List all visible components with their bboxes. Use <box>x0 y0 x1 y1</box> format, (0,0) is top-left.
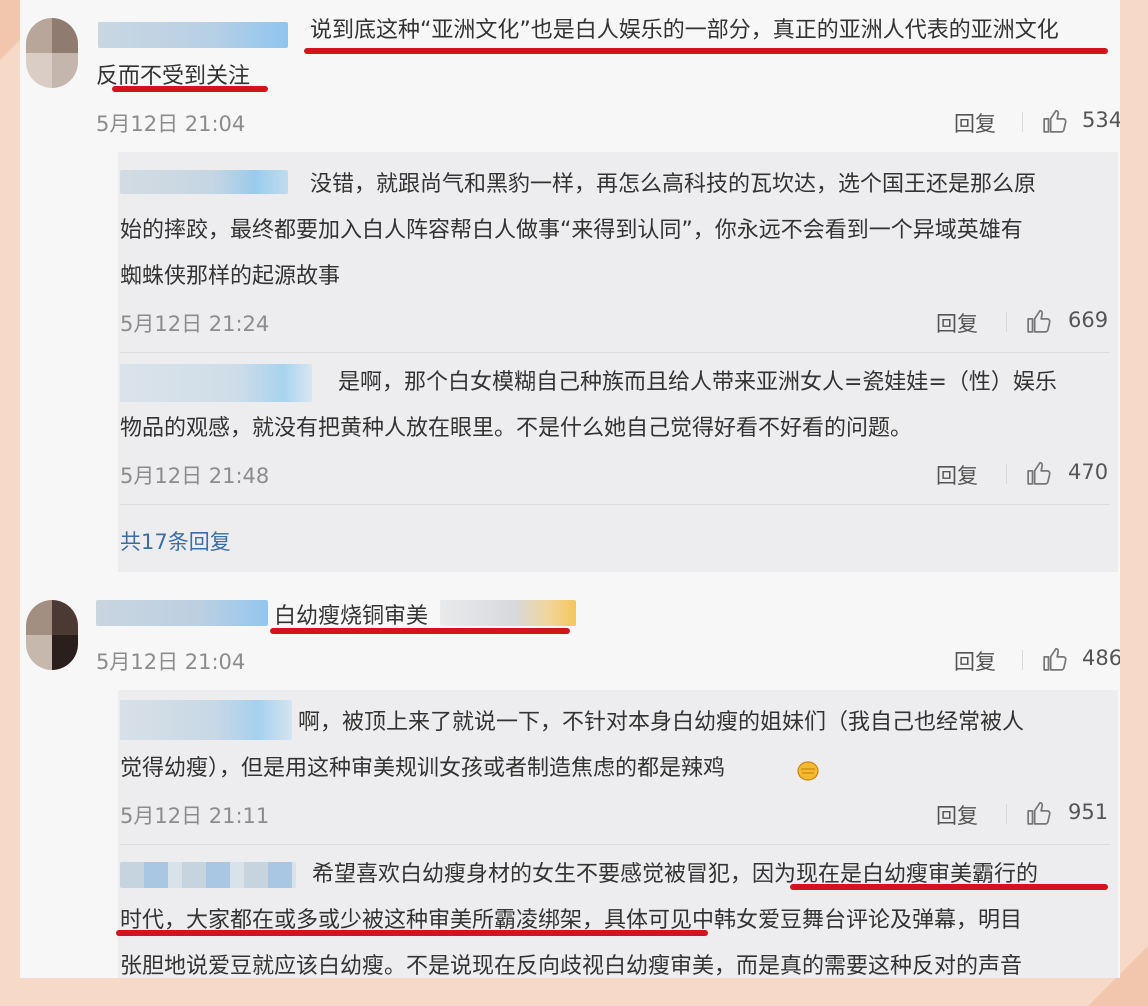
timestamp: 5月12日 21:04 <box>96 112 246 136</box>
avatar[interactable] <box>26 18 78 88</box>
highlight-underline <box>790 884 1108 890</box>
reply-text: 没错，就跟尚气和黑豹一样，再怎么高科技的瓦坎达，选个国王还是那么原 <box>310 172 1037 197</box>
username-blurred[interactable] <box>120 862 296 888</box>
reply-button[interactable]: 回复 <box>936 308 978 338</box>
thumbs-up-icon[interactable] <box>1026 800 1052 826</box>
highlight-underline <box>112 86 268 92</box>
reply-text: 蜘蛛侠那样的起源故事 <box>120 264 341 289</box>
highlight-underline <box>270 628 570 634</box>
thumbs-up-icon[interactable] <box>1042 646 1068 672</box>
divider <box>1022 650 1023 670</box>
timestamp: 5月12日 21:48 <box>120 464 270 488</box>
reply-text: 张胆地说爱豆就应该白幼瘦。不是说现在反向歧视白幼瘦审美，而是真的需要这种反对的声… <box>120 954 1023 978</box>
comment-text: 反而不受到关注 <box>96 64 251 89</box>
highlight-underline <box>304 48 1108 54</box>
reply-text: 啊，被顶上来了就说一下，不针对本身白幼瘦的姐妹们（我自己也经常被人 <box>298 710 1025 735</box>
username-blurred[interactable] <box>120 170 288 194</box>
highlight-underline <box>116 930 708 936</box>
reply-button[interactable]: 回复 <box>936 800 978 830</box>
fist-emoji-icon <box>797 761 819 781</box>
username-blurred[interactable] <box>120 364 312 402</box>
reply-text: 物品的观感，就没有把黄种人放在眼里。不是什么她自己觉得好看不好看的问题。 <box>120 416 913 441</box>
thumbs-up-icon[interactable] <box>1042 108 1068 134</box>
reply-text: 觉得幼瘦），但是用这种审美规训女孩或者制造焦虑的都是辣鸡 <box>120 756 726 781</box>
blurred-text <box>440 600 576 626</box>
like-count: 486 <box>1082 646 1120 670</box>
divider <box>1006 804 1007 824</box>
like-count: 470 <box>1068 460 1109 484</box>
like-count: 534 <box>1082 108 1120 132</box>
reply-button[interactable]: 回复 <box>954 646 996 676</box>
reply-text: 是啊，那个白女模糊自己种族而且给人带来亚洲女人=瓷娃娃=（性）娱乐 <box>338 370 1057 395</box>
divider <box>1006 464 1007 484</box>
reply-text: 时代，大家都在或多或少被这种审美所霸凌绑架，具体可见中韩女爱豆舞台评论及弹幕，明… <box>120 908 1023 933</box>
comment-panel: 说到底这种“亚洲文化”也是白人娱乐的一部分，真正的亚洲人代表的亚洲文化 反而不受… <box>20 0 1120 978</box>
username-blurred[interactable] <box>120 700 292 740</box>
more-replies-link[interactable]: 共17条回复 <box>120 526 231 556</box>
divider <box>120 504 1110 505</box>
divider <box>1006 312 1007 332</box>
divider <box>120 844 1110 845</box>
thumbs-up-icon[interactable] <box>1026 460 1052 486</box>
like-count: 669 <box>1068 308 1109 332</box>
timestamp: 5月12日 21:04 <box>96 650 246 674</box>
divider <box>120 352 1110 353</box>
reply-text: 希望喜欢白幼瘦身材的女生不要感觉被冒犯，因为现在是白幼瘦审美霸行的 <box>312 862 1039 887</box>
username-blurred[interactable] <box>98 22 288 48</box>
divider <box>1022 112 1023 132</box>
timestamp: 5月12日 21:24 <box>120 312 270 336</box>
avatar[interactable] <box>26 600 78 670</box>
reply-button[interactable]: 回复 <box>936 460 978 490</box>
timestamp: 5月12日 21:11 <box>120 804 270 828</box>
username-blurred[interactable] <box>96 600 268 626</box>
reply-text: 始的摔跤，最终都要加入白人阵容帮白人做事“来得到认同”，你永远不会看到一个异域英… <box>120 218 1023 243</box>
like-count: 951 <box>1068 800 1109 824</box>
reply-button[interactable]: 回复 <box>954 108 996 138</box>
thumbs-up-icon[interactable] <box>1026 308 1052 334</box>
